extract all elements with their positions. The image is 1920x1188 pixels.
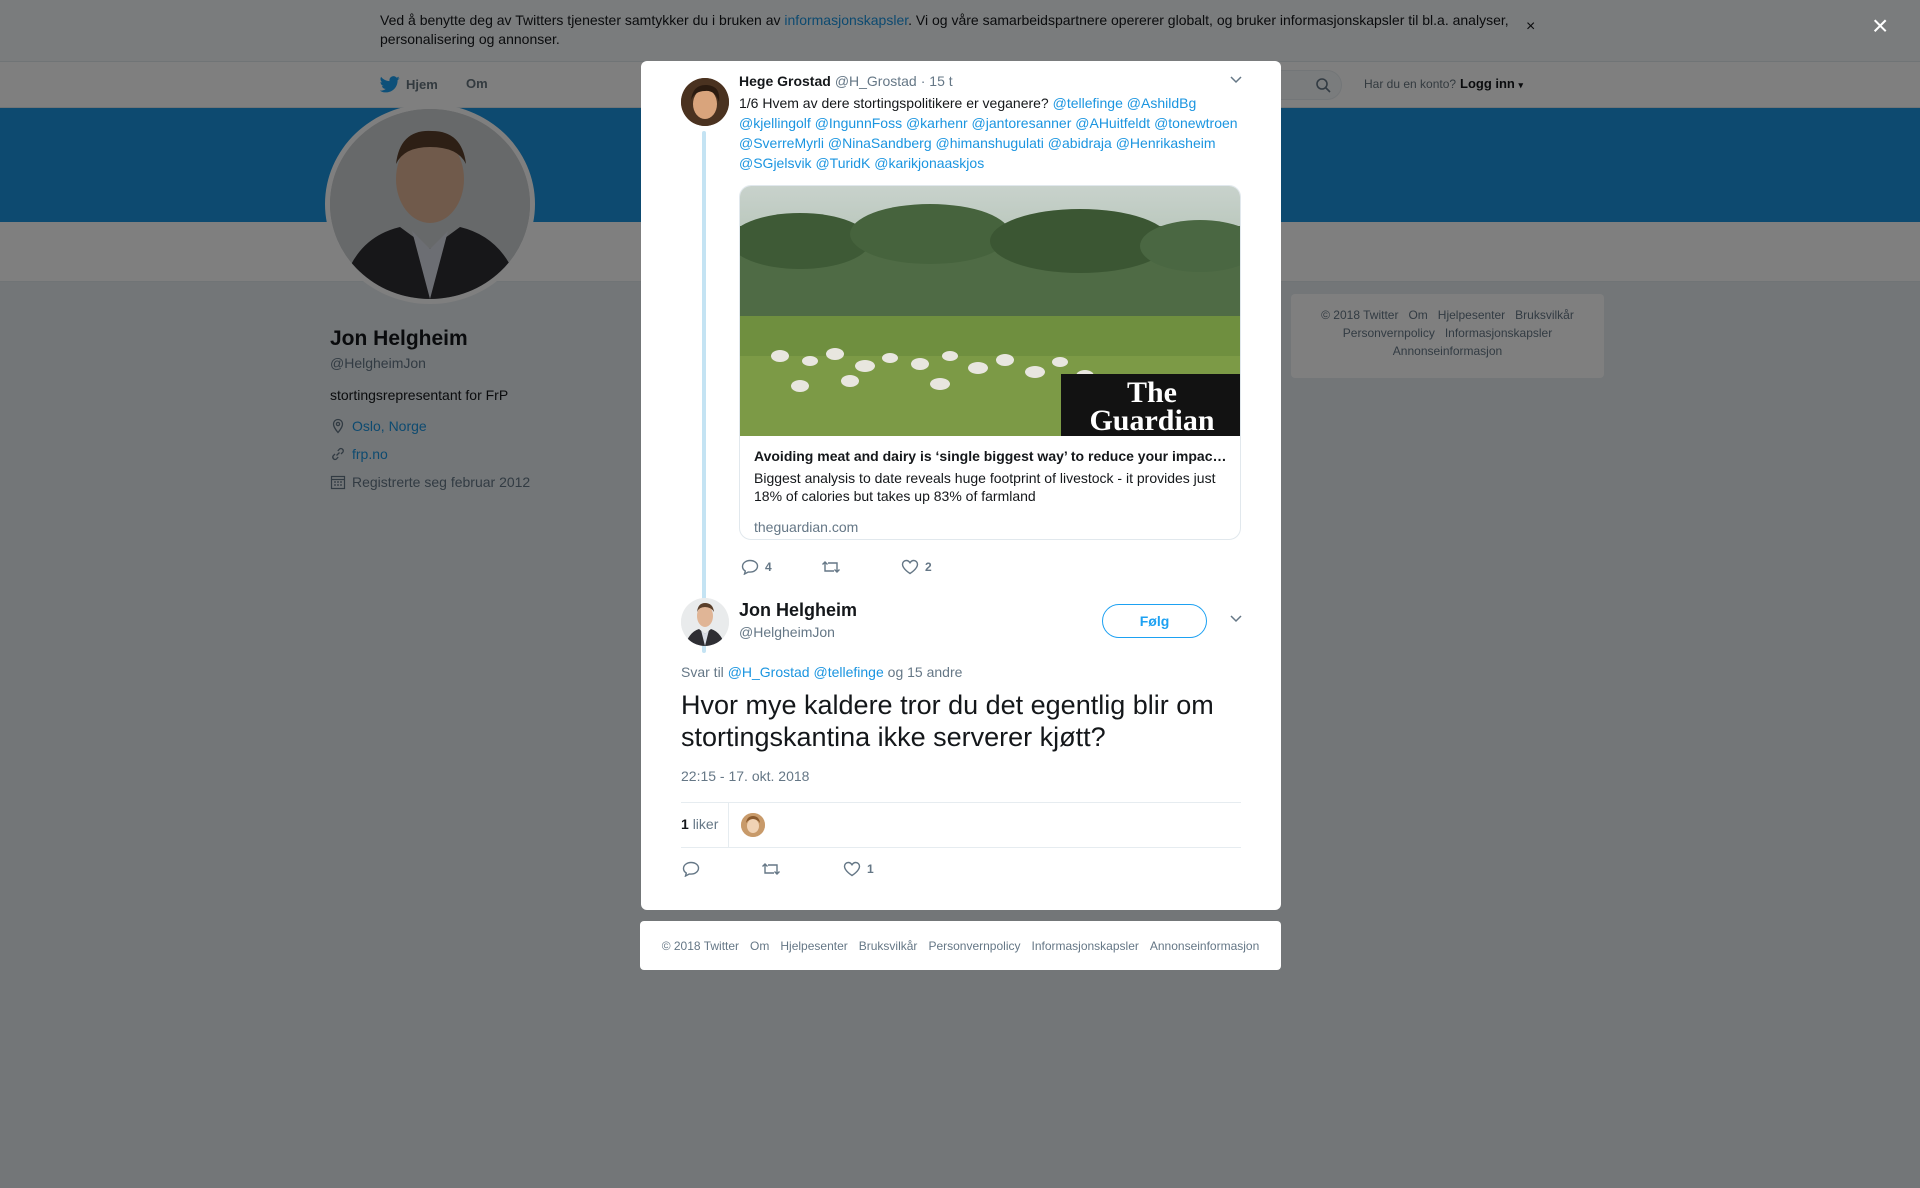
tweet-permalink-modal: Hege Grostad @H_Grostad · 15 t 1/6 Hvem … <box>641 61 1281 910</box>
mention-link[interactable]: @abidraja <box>1048 135 1112 151</box>
mention-link[interactable]: @tonewtroen <box>1154 115 1237 131</box>
mention-link[interactable]: @tellefinge <box>1053 95 1123 111</box>
parent-author-name[interactable]: Hege Grostad <box>739 73 831 89</box>
follow-button[interactable]: Følg <box>1102 604 1207 638</box>
parent-retweet-button[interactable] <box>821 559 847 575</box>
retweet-icon <box>762 863 780 875</box>
reply-icon <box>741 559 759 575</box>
parent-tweet-time[interactable]: · 15 t <box>921 73 953 89</box>
main-tweet-text: Hvor mye kaldere tror du det egentlig bl… <box>681 690 1214 752</box>
guardian-logo-line2: Guardian <box>1089 404 1214 436</box>
card-description: Biggest analysis to date reveals huge fo… <box>754 470 1216 504</box>
thread-connector-line <box>702 131 706 653</box>
footer-terms-link[interactable]: Bruksvilkår <box>859 939 918 953</box>
reply-to-mention[interactable]: @H_Grostad <box>728 664 810 680</box>
modal-footer: © 2018 Twitter Om Hjelpesenter Bruksvilk… <box>640 921 1281 970</box>
chevron-down-icon[interactable] <box>1229 614 1243 624</box>
mention-link[interactable]: @karhenr <box>906 115 968 131</box>
liker-avatar-photo <box>741 813 765 837</box>
parent-tweet-header: Hege Grostad @H_Grostad · 15 t <box>739 73 953 89</box>
tweet-timestamp[interactable]: 22:15 - 17. okt. 2018 <box>681 768 809 784</box>
reply-context: Svar til @H_Grostad @tellefinge og 15 an… <box>681 664 963 680</box>
footer-help-link[interactable]: Hjelpesenter <box>780 939 847 953</box>
mention-link[interactable]: @SverreMyrli <box>739 135 824 151</box>
footer-privacy-link[interactable]: Personvernpolicy <box>928 939 1020 953</box>
mention-link[interactable]: @AshildBg <box>1127 95 1196 111</box>
parent-reply-button[interactable]: 4 <box>741 559 772 575</box>
reply-icon <box>682 861 700 877</box>
footer-about-link[interactable]: Om <box>750 939 769 953</box>
mention-link[interactable]: @TuridK <box>815 155 870 171</box>
card-image: The Guardian <box>740 186 1240 436</box>
mention-link[interactable]: @AHuitfeldt <box>1075 115 1150 131</box>
heart-icon <box>843 861 861 877</box>
footer-ads-info-link[interactable]: Annonseinformasjon <box>1150 939 1259 953</box>
main-like-button[interactable]: 1 <box>843 861 874 877</box>
mention-link[interactable]: @NinaSandberg <box>828 135 932 151</box>
reply-to-mention[interactable]: @tellefinge <box>814 664 884 680</box>
main-author-name[interactable]: Jon Helgheim <box>739 600 857 621</box>
heart-icon <box>901 559 919 575</box>
parent-avatar-photo <box>681 78 729 126</box>
chevron-down-icon[interactable] <box>1229 75 1243 85</box>
tweet-stats: 1 liker <box>681 802 1241 848</box>
stats-divider <box>728 803 729 847</box>
close-overlay-icon[interactable]: × <box>1872 12 1888 40</box>
likes-count[interactable]: 1 liker <box>681 816 718 832</box>
parent-like-button[interactable]: 2 <box>901 559 932 575</box>
liker-avatar[interactable] <box>741 813 765 837</box>
mention-link[interactable]: @Henrikasheim <box>1116 135 1216 151</box>
link-preview-card[interactable]: The Guardian Avoiding meat and dairy is … <box>739 185 1241 540</box>
parent-tweet-text: 1/6 Hvem av dere stortingspolitikere er … <box>739 95 1238 171</box>
main-author-handle[interactable]: @HelgheimJon <box>739 624 835 640</box>
footer-cookies-link[interactable]: Informasjonskapsler <box>1031 939 1138 953</box>
mention-link[interactable]: @IngunnFoss <box>815 115 902 131</box>
mention-link[interactable]: @karikjonaaskjos <box>874 155 984 171</box>
mention-link[interactable]: @jantoresanner <box>972 115 1072 131</box>
parent-tweet-avatar[interactable] <box>681 78 729 126</box>
card-domain: theguardian.com <box>754 519 859 535</box>
retweet-icon <box>822 561 840 573</box>
main-retweet-button[interactable] <box>761 861 787 877</box>
footer-copyright: © 2018 Twitter <box>661 938 740 953</box>
parent-author-handle[interactable]: @H_Grostad <box>835 73 917 89</box>
main-reply-button[interactable] <box>682 861 706 877</box>
card-title: Avoiding meat and dairy is ‘single bigge… <box>754 448 1228 464</box>
main-tweet-avatar[interactable] <box>681 598 729 646</box>
mention-link[interactable]: @SGjelsvik <box>739 155 812 171</box>
mention-link[interactable]: @kjellingolf <box>739 115 811 131</box>
mention-link[interactable]: @himanshugulati <box>936 135 1044 151</box>
main-avatar-photo <box>681 598 729 646</box>
